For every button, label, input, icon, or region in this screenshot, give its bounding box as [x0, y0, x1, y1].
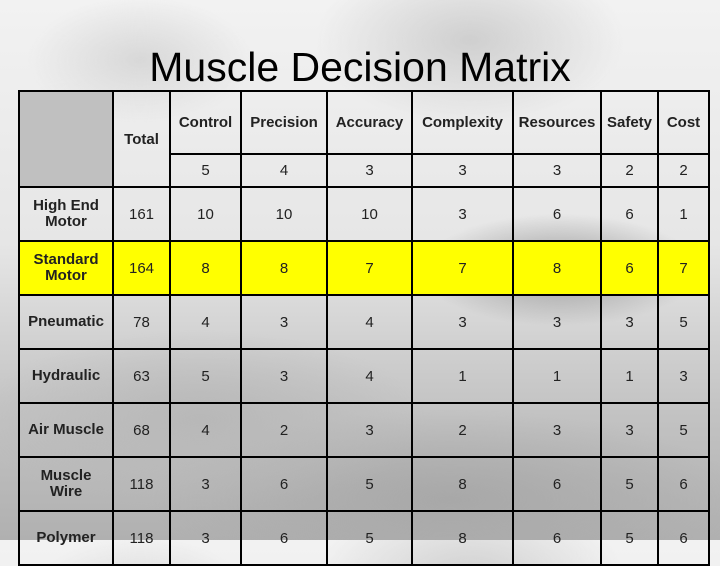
column-header-complexity: Complexity [411, 90, 514, 155]
corner-cell [18, 90, 114, 188]
row-label-line: Muscle [40, 467, 92, 484]
weight-safety: 2 [600, 153, 659, 188]
score-cell-safety: 5 [600, 510, 659, 566]
score-cell-safety: 3 [600, 402, 659, 458]
table-row: High End Motor 161 10 10 10 3 6 6 1 [18, 186, 710, 242]
score-cell-resources: 6 [512, 456, 602, 512]
total-cell: 78 [112, 294, 171, 350]
score-cell-cost: 5 [657, 402, 710, 458]
table-row: Air Muscle 68 4 2 3 2 3 3 5 [18, 402, 710, 458]
column-header-resources: Resources [512, 90, 602, 155]
score-cell-precision: 10 [240, 186, 328, 242]
total-cell: 118 [112, 456, 171, 512]
weight-accuracy: 3 [326, 153, 413, 188]
row-label: Air Muscle [18, 402, 114, 458]
row-label-line: Polymer [36, 529, 96, 546]
row-label: Muscle Wire [18, 456, 114, 512]
total-cell: 63 [112, 348, 171, 404]
table-row: Standard Motor 164 8 8 7 7 8 6 7 [18, 240, 710, 296]
weight-cost: 2 [657, 153, 710, 188]
weight-complexity: 3 [411, 153, 514, 188]
score-cell-safety: 6 [600, 240, 659, 296]
row-label-line: High End [33, 197, 99, 214]
score-cell-cost: 1 [657, 186, 710, 242]
score-cell-precision: 3 [240, 294, 328, 350]
row-label-line: Motor [45, 267, 87, 284]
weight-precision: 4 [240, 153, 328, 188]
score-cell-control: 10 [169, 186, 242, 242]
table-row: Muscle Wire 118 3 6 5 8 6 5 6 [18, 456, 710, 512]
total-cell: 164 [112, 240, 171, 296]
table-row: Hydraulic 63 5 3 4 1 1 1 3 [18, 348, 710, 404]
total-cell: 118 [112, 510, 171, 566]
score-cell-resources: 3 [512, 402, 602, 458]
score-cell-control: 3 [169, 456, 242, 512]
score-cell-resources: 6 [512, 186, 602, 242]
total-cell: 161 [112, 186, 171, 242]
table-row: Polymer 118 3 6 5 8 6 5 6 [18, 510, 710, 566]
score-cell-safety: 1 [600, 348, 659, 404]
score-cell-accuracy: 10 [326, 186, 413, 242]
page-title: Muscle Decision Matrix [149, 44, 571, 90]
score-cell-safety: 5 [600, 456, 659, 512]
score-cell-resources: 8 [512, 240, 602, 296]
score-cell-complexity: 8 [411, 510, 514, 566]
score-cell-cost: 7 [657, 240, 710, 296]
score-cell-accuracy: 4 [326, 294, 413, 350]
score-cell-cost: 3 [657, 348, 710, 404]
score-cell-accuracy: 5 [326, 510, 413, 566]
row-label-line: Wire [49, 483, 83, 500]
score-cell-safety: 3 [600, 294, 659, 350]
score-cell-accuracy: 7 [326, 240, 413, 296]
score-cell-accuracy: 5 [326, 456, 413, 512]
score-cell-precision: 8 [240, 240, 328, 296]
weight-control: 5 [169, 153, 242, 188]
table-row: Pneumatic 78 4 3 4 3 3 3 5 [18, 294, 710, 350]
score-cell-resources: 1 [512, 348, 602, 404]
row-label: Hydraulic [18, 348, 114, 404]
total-cell: 68 [112, 402, 171, 458]
score-cell-complexity: 7 [411, 240, 514, 296]
score-cell-cost: 6 [657, 510, 710, 566]
score-cell-control: 4 [169, 402, 242, 458]
column-header-safety: Safety [600, 90, 659, 155]
row-label-line: Air Muscle [28, 421, 104, 438]
weight-resources: 3 [512, 153, 602, 188]
score-cell-accuracy: 4 [326, 348, 413, 404]
score-cell-safety: 6 [600, 186, 659, 242]
score-cell-complexity: 1 [411, 348, 514, 404]
score-cell-complexity: 2 [411, 402, 514, 458]
score-cell-control: 8 [169, 240, 242, 296]
score-cell-control: 3 [169, 510, 242, 566]
row-label: Standard Motor [18, 240, 114, 296]
score-cell-resources: 3 [512, 294, 602, 350]
row-label-line: Motor [45, 213, 87, 230]
score-cell-complexity: 3 [411, 186, 514, 242]
column-header-precision: Precision [240, 90, 328, 155]
column-header-control: Control [169, 90, 242, 155]
score-cell-accuracy: 3 [326, 402, 413, 458]
score-cell-control: 5 [169, 348, 242, 404]
column-header-cost: Cost [657, 90, 710, 155]
score-cell-precision: 3 [240, 348, 328, 404]
score-cell-cost: 5 [657, 294, 710, 350]
decision-matrix-table: Total Control Precision Accuracy Complex… [18, 90, 710, 566]
column-header-total: Total [112, 90, 171, 188]
row-label: Pneumatic [18, 294, 114, 350]
score-cell-complexity: 8 [411, 456, 514, 512]
row-label: Polymer [18, 510, 114, 566]
score-cell-resources: 6 [512, 510, 602, 566]
row-label-line: Pneumatic [28, 313, 104, 330]
score-cell-precision: 6 [240, 456, 328, 512]
row-label-line: Hydraulic [31, 367, 101, 384]
score-cell-control: 4 [169, 294, 242, 350]
row-label: High End Motor [18, 186, 114, 242]
score-cell-precision: 6 [240, 510, 328, 566]
row-label-line: Standard [33, 251, 99, 268]
header-row: Total Control Precision Accuracy Complex… [18, 90, 710, 188]
score-cell-precision: 2 [240, 402, 328, 458]
score-cell-complexity: 3 [411, 294, 514, 350]
column-header-accuracy: Accuracy [326, 90, 413, 155]
score-cell-cost: 6 [657, 456, 710, 512]
